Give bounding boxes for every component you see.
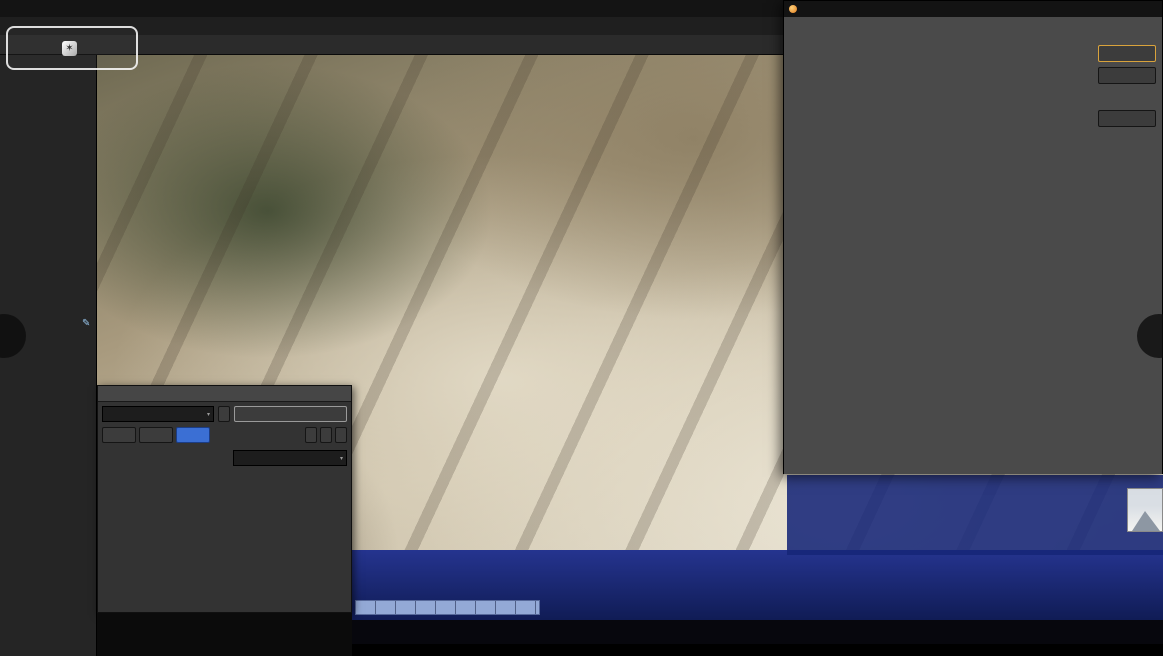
lens-panel-title: [98, 386, 351, 402]
tab-t4-1[interactable]: [102, 427, 136, 443]
transport-controls: [352, 644, 1163, 656]
ok-button[interactable]: [1098, 45, 1156, 62]
timeline-cache-bar[interactable]: [355, 600, 540, 615]
tab-c4[interactable]: [176, 427, 210, 443]
bottom-filler: [97, 613, 352, 656]
dialog-title-bar[interactable]: [784, 1, 1162, 17]
tab-t4-2[interactable]: [139, 427, 173, 443]
edit-pencil-icon[interactable]: ✎: [82, 318, 90, 329]
preview-thumbnail: [1127, 488, 1163, 532]
curve-select[interactable]: ▾: [233, 450, 347, 466]
timeline[interactable]: [352, 620, 1163, 644]
chevron-down-icon: ▾: [207, 408, 210, 421]
lens-curve-row: ▾: [102, 450, 347, 466]
ai-logo-icon: ✶: [62, 41, 77, 56]
nuke-app-icon: [789, 5, 797, 13]
next-button[interactable]: [218, 406, 230, 422]
nuke-settings-dialog: [783, 0, 1163, 474]
dialog-action-buttons: [1098, 45, 1156, 127]
go-last-button[interactable]: [335, 427, 347, 443]
iodo-button[interactable]: [234, 406, 347, 422]
cancel-button[interactable]: [1098, 67, 1156, 84]
ai-watermark: ✶: [6, 26, 138, 70]
go-first-button[interactable]: [320, 427, 332, 443]
lens-panel-header-row: ▾: [102, 406, 347, 422]
chevron-down-icon: ▾: [340, 452, 343, 465]
lens-distortion-panel: ▾ ▾: [97, 385, 352, 613]
lens-panel-tabs-row: [102, 427, 347, 443]
app-window: ✎ ▾ ▾: [0, 0, 1163, 656]
distortion-model-select[interactable]: ▾: [102, 406, 214, 422]
dialog-body: [784, 17, 1162, 474]
more-button[interactable]: [305, 427, 317, 443]
mountain-graphic: [1132, 511, 1160, 531]
defaults-button[interactable]: [1098, 110, 1156, 127]
left-tool-panel: [0, 55, 97, 656]
